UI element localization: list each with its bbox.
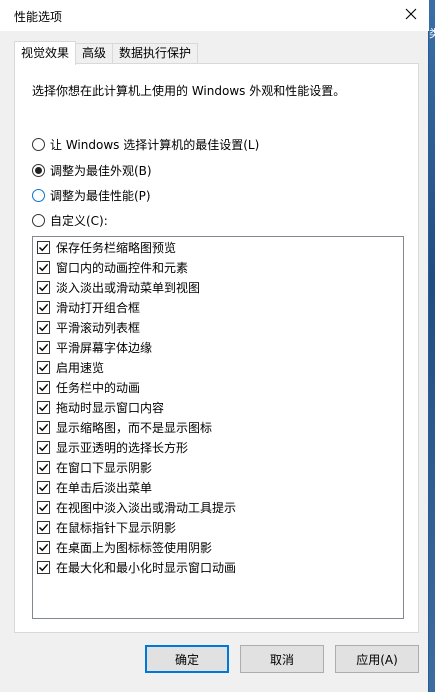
cancel-button[interactable]: 取消 bbox=[240, 645, 324, 673]
effect-checkbox[interactable] bbox=[37, 360, 50, 374]
checkmark-icon bbox=[39, 503, 49, 511]
effect-list-item[interactable]: 在窗口下显示阴影 bbox=[33, 457, 403, 477]
checkmark-icon bbox=[39, 403, 49, 411]
effect-label: 启用速览 bbox=[56, 360, 105, 375]
checkmark-icon bbox=[39, 283, 49, 291]
checkmark-icon bbox=[39, 383, 49, 391]
radio-selected-dot bbox=[35, 166, 42, 174]
radio-best-appearance[interactable]: 调整为最佳外观(B) bbox=[32, 161, 152, 179]
ok-button[interactable]: 确定 bbox=[145, 645, 229, 673]
radio-label: 让 Windows 选择计算机的最佳设置(L) bbox=[50, 137, 260, 152]
effect-label: 在桌面上为图标标签使用阴影 bbox=[56, 540, 213, 555]
effect-checkbox[interactable] bbox=[37, 380, 50, 394]
effect-label: 任务栏中的动画 bbox=[56, 380, 141, 395]
effect-label: 平滑滚动列表框 bbox=[56, 320, 141, 335]
effect-checkbox[interactable] bbox=[37, 300, 50, 314]
effect-list-item[interactable]: 滑动打开组合框 bbox=[33, 297, 403, 317]
effect-list-item[interactable]: 在单击后淡出菜单 bbox=[33, 477, 403, 497]
effect-label: 淡入淡出或滑动菜单到视图 bbox=[56, 280, 201, 295]
apply-button[interactable]: 应用(A) bbox=[335, 645, 419, 673]
effect-label: 在鼠标指针下显示阴影 bbox=[56, 520, 177, 535]
effects-checklist[interactable]: 保存任务栏缩略图预览 窗口内的动画控件和元素 淡入淡出或滑动菜单到视图 滑动打开组合框… bbox=[32, 236, 404, 619]
background-window-edge: 类 bbox=[429, 0, 435, 692]
performance-options-dialog: 性能选项 视觉效果 高级 数据执行保护 选择你想在此计算机上使用的 Window… bbox=[0, 0, 429, 692]
checkmark-icon bbox=[39, 443, 49, 451]
radio-button[interactable] bbox=[32, 213, 45, 227]
button-bar: 确定 取消 应用(A) bbox=[0, 645, 429, 675]
effect-checkbox[interactable] bbox=[37, 240, 50, 254]
close-button[interactable] bbox=[398, 3, 424, 27]
effect-checkbox[interactable] bbox=[37, 500, 50, 514]
tab-data-execution-prevention[interactable]: 数据执行保护 bbox=[112, 43, 199, 64]
visual-effects-panel: 选择你想在此计算机上使用的 Windows 外观和性能设置。 让 Windows… bbox=[14, 63, 419, 633]
tab-strip: 视觉效果 高级 数据执行保护 bbox=[14, 41, 199, 65]
checkmark-icon bbox=[39, 323, 49, 331]
checkmark-icon bbox=[39, 463, 49, 471]
effect-checkbox[interactable] bbox=[37, 460, 50, 474]
effect-label: 显示缩略图，而不是显示图标 bbox=[56, 420, 213, 435]
radio-label: 调整为最佳性能(P) bbox=[50, 188, 151, 203]
effect-checkbox[interactable] bbox=[37, 560, 50, 574]
effect-list-item[interactable]: 拖动时显示窗口内容 bbox=[33, 397, 403, 417]
effect-label: 拖动时显示窗口内容 bbox=[56, 400, 165, 415]
effect-list-item[interactable]: 窗口内的动画控件和元素 bbox=[33, 257, 403, 277]
effect-label: 在单击后淡出菜单 bbox=[56, 480, 153, 495]
effect-checkbox[interactable] bbox=[37, 260, 50, 274]
description-text: 选择你想在此计算机上使用的 Windows 外观和性能设置。 bbox=[32, 84, 346, 98]
window-title: 性能选项 bbox=[14, 10, 63, 24]
title-bar[interactable]: 性能选项 bbox=[0, 0, 429, 31]
radio-let-windows-choose[interactable]: 让 Windows 选择计算机的最佳设置(L) bbox=[32, 135, 259, 153]
effect-list-item[interactable]: 在桌面上为图标标签使用阴影 bbox=[33, 537, 403, 557]
effect-list-item[interactable]: 任务栏中的动画 bbox=[33, 377, 403, 397]
effect-label: 显示亚透明的选择长方形 bbox=[56, 440, 189, 455]
effect-list-item[interactable]: 平滑滚动列表框 bbox=[33, 317, 403, 337]
effect-checkbox[interactable] bbox=[37, 340, 50, 354]
effect-label: 保存任务栏缩略图预览 bbox=[56, 240, 177, 255]
effect-checkbox[interactable] bbox=[37, 320, 50, 334]
checkmark-icon bbox=[39, 563, 49, 571]
checkmark-icon bbox=[39, 263, 49, 271]
radio-label: 自定义(C): bbox=[50, 213, 108, 228]
effect-label: 平滑屏幕字体边缘 bbox=[56, 340, 153, 355]
effect-label: 在视图中淡入淡出或滑动工具提示 bbox=[56, 500, 237, 515]
effect-checkbox[interactable] bbox=[37, 540, 50, 554]
checkmark-icon bbox=[39, 343, 49, 351]
effect-checkbox[interactable] bbox=[37, 440, 50, 454]
effect-list-item[interactable]: 在最大化和最小化时显示窗口动画 bbox=[33, 557, 403, 577]
tab-visual-effects[interactable]: 视觉效果 bbox=[14, 41, 77, 65]
checkmark-icon bbox=[39, 483, 49, 491]
checkmark-icon bbox=[39, 523, 49, 531]
radio-button[interactable] bbox=[32, 163, 45, 177]
radio-button[interactable] bbox=[32, 137, 45, 151]
effect-list-item[interactable]: 显示亚透明的选择长方形 bbox=[33, 437, 403, 457]
checkmark-icon bbox=[39, 243, 49, 251]
close-icon bbox=[405, 8, 417, 23]
effect-checkbox[interactable] bbox=[37, 420, 50, 434]
radio-custom[interactable]: 自定义(C): bbox=[32, 211, 108, 229]
effect-label: 滑动打开组合框 bbox=[56, 300, 141, 315]
effect-checkbox[interactable] bbox=[37, 480, 50, 494]
effect-list-item[interactable]: 在视图中淡入淡出或滑动工具提示 bbox=[33, 497, 403, 517]
effect-list-item[interactable]: 平滑屏幕字体边缘 bbox=[33, 337, 403, 357]
radio-label: 调整为最佳外观(B) bbox=[50, 163, 152, 178]
effect-label: 在窗口下显示阴影 bbox=[56, 460, 153, 475]
effect-list-item[interactable]: 保存任务栏缩略图预览 bbox=[33, 237, 403, 257]
effect-list-item[interactable]: 淡入淡出或滑动菜单到视图 bbox=[33, 277, 403, 297]
radio-best-performance[interactable]: 调整为最佳性能(P) bbox=[32, 186, 151, 204]
effect-label: 窗口内的动画控件和元素 bbox=[56, 260, 189, 275]
checkmark-icon bbox=[39, 363, 49, 371]
effect-checkbox[interactable] bbox=[37, 520, 50, 534]
effect-checkbox[interactable] bbox=[37, 280, 50, 294]
checkmark-icon bbox=[39, 423, 49, 431]
effect-list-item[interactable]: 在鼠标指针下显示阴影 bbox=[33, 517, 403, 537]
checkmark-icon bbox=[39, 303, 49, 311]
effect-checkbox[interactable] bbox=[37, 400, 50, 414]
effect-list-item[interactable]: 显示缩略图，而不是显示图标 bbox=[33, 417, 403, 437]
checkmark-icon bbox=[39, 543, 49, 551]
background-window-text: 类 bbox=[429, 28, 435, 40]
radio-button[interactable] bbox=[32, 188, 45, 202]
effect-label: 在最大化和最小化时显示窗口动画 bbox=[56, 560, 237, 575]
effect-list-item[interactable]: 启用速览 bbox=[33, 357, 403, 377]
tab-advanced[interactable]: 高级 bbox=[75, 43, 114, 64]
